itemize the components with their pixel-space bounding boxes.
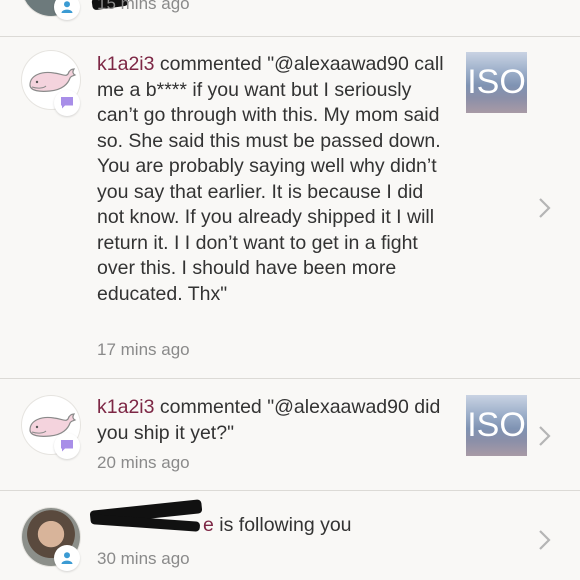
person-icon [61, 1, 73, 13]
comment-icon [61, 97, 73, 109]
thumbnail-text: ISO [467, 406, 526, 444]
listing-thumbnail[interactable]: ISO [466, 395, 527, 456]
notification-row-comment[interactable]: k1a2i3 commented "@alexaawad90 call me a… [0, 37, 580, 378]
timestamp: 20 mins ago [97, 453, 190, 472]
username-link[interactable]: k1a2i3 [97, 396, 154, 418]
person-badge [54, 0, 80, 20]
notification-text: k1a2i3 commented "@alexaawad90 did you s… [97, 395, 447, 446]
listing-thumbnail[interactable]: ISO [466, 52, 527, 113]
action-text: is following you [219, 514, 352, 536]
thumbnail-text: ISO [467, 63, 526, 101]
timestamp: 17 mins ago [97, 340, 190, 359]
comment-icon [61, 440, 73, 452]
timestamp: 15 mins ago [97, 0, 190, 13]
action-text: commented [159, 396, 262, 418]
chevron-right-icon[interactable] [538, 529, 552, 551]
comment-badge [54, 90, 80, 116]
person-icon [61, 552, 73, 564]
timestamp: 30 mins ago [97, 549, 190, 568]
comment-text: "@alexaawad90 call me a b**** if you wan… [97, 53, 444, 305]
chevron-right-icon[interactable] [538, 197, 552, 219]
notification-row-comment[interactable]: k1a2i3 commented "@alexaawad90 did you s… [0, 379, 580, 490]
notification-row-following[interactable]: e is following you 30 mins ago [0, 491, 580, 580]
chevron-right-icon[interactable] [538, 425, 552, 447]
notification-text: e is following you [203, 513, 443, 539]
notification-row-following-top[interactable]: 15 mins ago [0, 0, 580, 36]
comment-badge [54, 433, 80, 459]
person-badge [54, 545, 80, 571]
action-text: commented [159, 53, 262, 75]
notification-text: k1a2i3 commented "@alexaawad90 call me a… [97, 52, 447, 307]
username-link[interactable]: e [203, 514, 214, 536]
username-link[interactable]: k1a2i3 [97, 53, 154, 75]
